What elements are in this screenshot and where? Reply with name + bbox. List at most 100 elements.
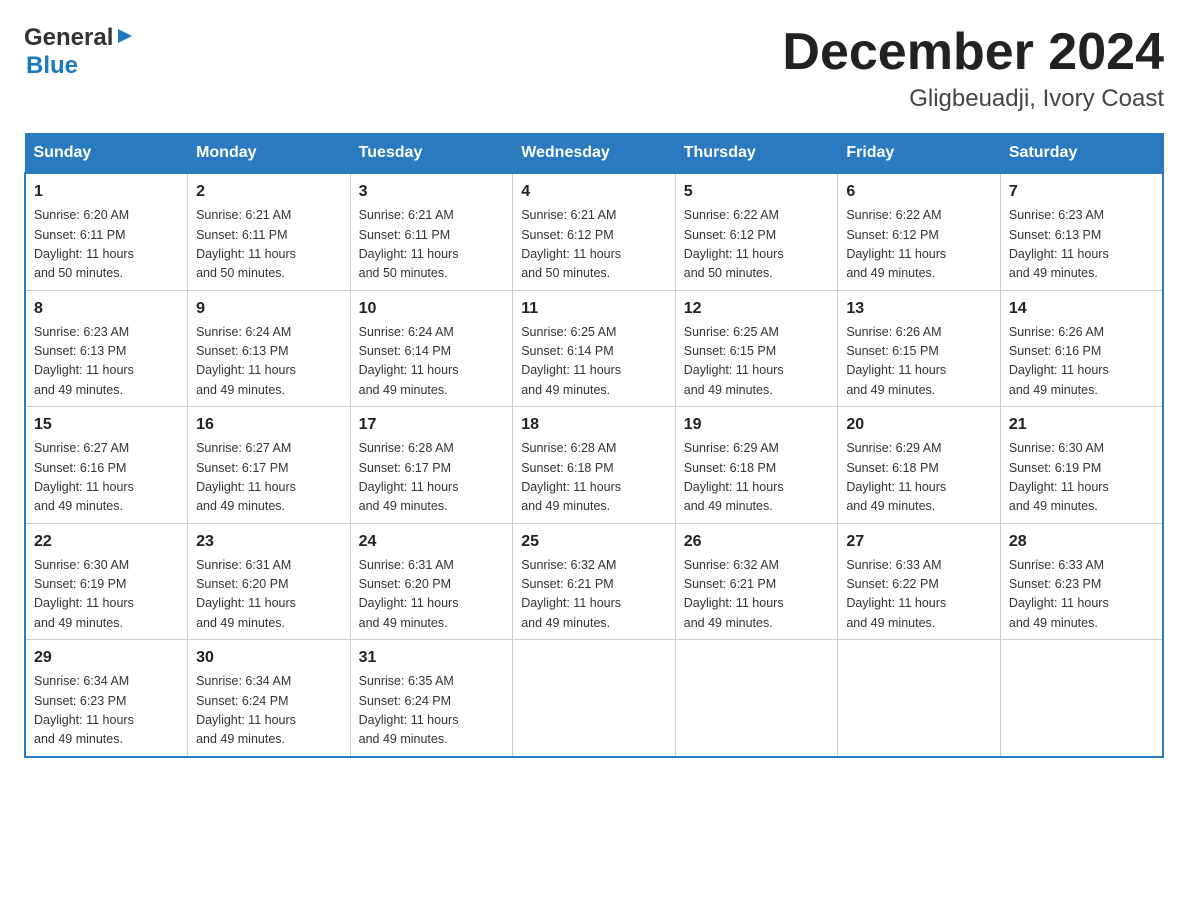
col-friday: Friday (838, 134, 1001, 174)
calendar-body: 1Sunrise: 6:20 AMSunset: 6:11 PMDaylight… (25, 173, 1163, 757)
day-info: Sunrise: 6:21 AMSunset: 6:11 PMDaylight:… (196, 206, 342, 284)
table-row: 11Sunrise: 6:25 AMSunset: 6:14 PMDayligh… (513, 290, 676, 407)
day-info: Sunrise: 6:35 AMSunset: 6:24 PMDaylight:… (359, 672, 505, 750)
day-number: 15 (34, 413, 179, 437)
day-number: 21 (1009, 413, 1154, 437)
day-number: 18 (521, 413, 667, 437)
day-info: Sunrise: 6:32 AMSunset: 6:21 PMDaylight:… (684, 556, 830, 634)
day-info: Sunrise: 6:24 AMSunset: 6:13 PMDaylight:… (196, 323, 342, 401)
table-row: 20Sunrise: 6:29 AMSunset: 6:18 PMDayligh… (838, 407, 1001, 524)
day-number: 31 (359, 646, 505, 670)
page-header: General Blue December 2024 Gligbeuadji, … (24, 24, 1164, 113)
table-row (1000, 640, 1163, 757)
col-wednesday: Wednesday (513, 134, 676, 174)
table-row: 24Sunrise: 6:31 AMSunset: 6:20 PMDayligh… (350, 523, 513, 640)
day-number: 17 (359, 413, 505, 437)
day-number: 29 (34, 646, 179, 670)
day-number: 19 (684, 413, 830, 437)
calendar-subtitle: Gligbeuadji, Ivory Coast (782, 85, 1164, 113)
table-row: 18Sunrise: 6:28 AMSunset: 6:18 PMDayligh… (513, 407, 676, 524)
day-info: Sunrise: 6:23 AMSunset: 6:13 PMDaylight:… (34, 323, 179, 401)
day-number: 22 (34, 530, 179, 554)
table-row: 4Sunrise: 6:21 AMSunset: 6:12 PMDaylight… (513, 173, 676, 290)
title-block: December 2024 Gligbeuadji, Ivory Coast (782, 24, 1164, 113)
day-info: Sunrise: 6:34 AMSunset: 6:23 PMDaylight:… (34, 672, 179, 750)
day-info: Sunrise: 6:33 AMSunset: 6:23 PMDaylight:… (1009, 556, 1154, 634)
day-number: 28 (1009, 530, 1154, 554)
table-row: 12Sunrise: 6:25 AMSunset: 6:15 PMDayligh… (675, 290, 838, 407)
table-row: 9Sunrise: 6:24 AMSunset: 6:13 PMDaylight… (188, 290, 351, 407)
day-info: Sunrise: 6:21 AMSunset: 6:12 PMDaylight:… (521, 206, 667, 284)
table-row: 3Sunrise: 6:21 AMSunset: 6:11 PMDaylight… (350, 173, 513, 290)
table-row: 2Sunrise: 6:21 AMSunset: 6:11 PMDaylight… (188, 173, 351, 290)
day-info: Sunrise: 6:25 AMSunset: 6:14 PMDaylight:… (521, 323, 667, 401)
day-info: Sunrise: 6:24 AMSunset: 6:14 PMDaylight:… (359, 323, 505, 401)
day-info: Sunrise: 6:23 AMSunset: 6:13 PMDaylight:… (1009, 206, 1154, 284)
day-info: Sunrise: 6:27 AMSunset: 6:16 PMDaylight:… (34, 439, 179, 517)
table-row: 22Sunrise: 6:30 AMSunset: 6:19 PMDayligh… (25, 523, 188, 640)
day-number: 8 (34, 297, 179, 321)
day-number: 2 (196, 180, 342, 204)
day-info: Sunrise: 6:31 AMSunset: 6:20 PMDaylight:… (359, 556, 505, 634)
day-number: 5 (684, 180, 830, 204)
day-number: 14 (1009, 297, 1154, 321)
day-number: 16 (196, 413, 342, 437)
day-info: Sunrise: 6:32 AMSunset: 6:21 PMDaylight:… (521, 556, 667, 634)
table-row: 13Sunrise: 6:26 AMSunset: 6:15 PMDayligh… (838, 290, 1001, 407)
day-info: Sunrise: 6:33 AMSunset: 6:22 PMDaylight:… (846, 556, 992, 634)
table-row: 8Sunrise: 6:23 AMSunset: 6:13 PMDaylight… (25, 290, 188, 407)
day-info: Sunrise: 6:27 AMSunset: 6:17 PMDaylight:… (196, 439, 342, 517)
table-row: 23Sunrise: 6:31 AMSunset: 6:20 PMDayligh… (188, 523, 351, 640)
calendar-title: December 2024 (782, 24, 1164, 81)
day-number: 10 (359, 297, 505, 321)
day-info: Sunrise: 6:31 AMSunset: 6:20 PMDaylight:… (196, 556, 342, 634)
day-number: 13 (846, 297, 992, 321)
day-number: 26 (684, 530, 830, 554)
day-info: Sunrise: 6:29 AMSunset: 6:18 PMDaylight:… (846, 439, 992, 517)
day-number: 6 (846, 180, 992, 204)
table-row: 5Sunrise: 6:22 AMSunset: 6:12 PMDaylight… (675, 173, 838, 290)
day-info: Sunrise: 6:22 AMSunset: 6:12 PMDaylight:… (846, 206, 992, 284)
table-row: 6Sunrise: 6:22 AMSunset: 6:12 PMDaylight… (838, 173, 1001, 290)
day-info: Sunrise: 6:29 AMSunset: 6:18 PMDaylight:… (684, 439, 830, 517)
table-row: 28Sunrise: 6:33 AMSunset: 6:23 PMDayligh… (1000, 523, 1163, 640)
day-info: Sunrise: 6:22 AMSunset: 6:12 PMDaylight:… (684, 206, 830, 284)
logo: General Blue (24, 24, 134, 80)
calendar-week-row: 15Sunrise: 6:27 AMSunset: 6:16 PMDayligh… (25, 407, 1163, 524)
table-row: 19Sunrise: 6:29 AMSunset: 6:18 PMDayligh… (675, 407, 838, 524)
table-row: 27Sunrise: 6:33 AMSunset: 6:22 PMDayligh… (838, 523, 1001, 640)
day-info: Sunrise: 6:34 AMSunset: 6:24 PMDaylight:… (196, 672, 342, 750)
table-row: 26Sunrise: 6:32 AMSunset: 6:21 PMDayligh… (675, 523, 838, 640)
logo-general-text: General (24, 24, 113, 52)
table-row: 10Sunrise: 6:24 AMSunset: 6:14 PMDayligh… (350, 290, 513, 407)
day-number: 27 (846, 530, 992, 554)
table-row: 30Sunrise: 6:34 AMSunset: 6:24 PMDayligh… (188, 640, 351, 757)
day-info: Sunrise: 6:28 AMSunset: 6:18 PMDaylight:… (521, 439, 667, 517)
day-number: 30 (196, 646, 342, 670)
day-info: Sunrise: 6:28 AMSunset: 6:17 PMDaylight:… (359, 439, 505, 517)
day-info: Sunrise: 6:30 AMSunset: 6:19 PMDaylight:… (34, 556, 179, 634)
logo-blue-text: Blue (26, 52, 78, 80)
col-tuesday: Tuesday (350, 134, 513, 174)
day-number: 24 (359, 530, 505, 554)
table-row: 14Sunrise: 6:26 AMSunset: 6:16 PMDayligh… (1000, 290, 1163, 407)
table-row: 1Sunrise: 6:20 AMSunset: 6:11 PMDaylight… (25, 173, 188, 290)
day-info: Sunrise: 6:25 AMSunset: 6:15 PMDaylight:… (684, 323, 830, 401)
calendar-week-row: 1Sunrise: 6:20 AMSunset: 6:11 PMDaylight… (25, 173, 1163, 290)
day-info: Sunrise: 6:21 AMSunset: 6:11 PMDaylight:… (359, 206, 505, 284)
day-number: 7 (1009, 180, 1154, 204)
day-number: 25 (521, 530, 667, 554)
table-row: 7Sunrise: 6:23 AMSunset: 6:13 PMDaylight… (1000, 173, 1163, 290)
calendar-week-row: 22Sunrise: 6:30 AMSunset: 6:19 PMDayligh… (25, 523, 1163, 640)
calendar-week-row: 29Sunrise: 6:34 AMSunset: 6:23 PMDayligh… (25, 640, 1163, 757)
table-row (838, 640, 1001, 757)
col-sunday: Sunday (25, 134, 188, 174)
table-row (513, 640, 676, 757)
table-row: 16Sunrise: 6:27 AMSunset: 6:17 PMDayligh… (188, 407, 351, 524)
day-number: 23 (196, 530, 342, 554)
table-row: 25Sunrise: 6:32 AMSunset: 6:21 PMDayligh… (513, 523, 676, 640)
day-number: 3 (359, 180, 505, 204)
day-number: 20 (846, 413, 992, 437)
day-number: 11 (521, 297, 667, 321)
day-info: Sunrise: 6:26 AMSunset: 6:15 PMDaylight:… (846, 323, 992, 401)
